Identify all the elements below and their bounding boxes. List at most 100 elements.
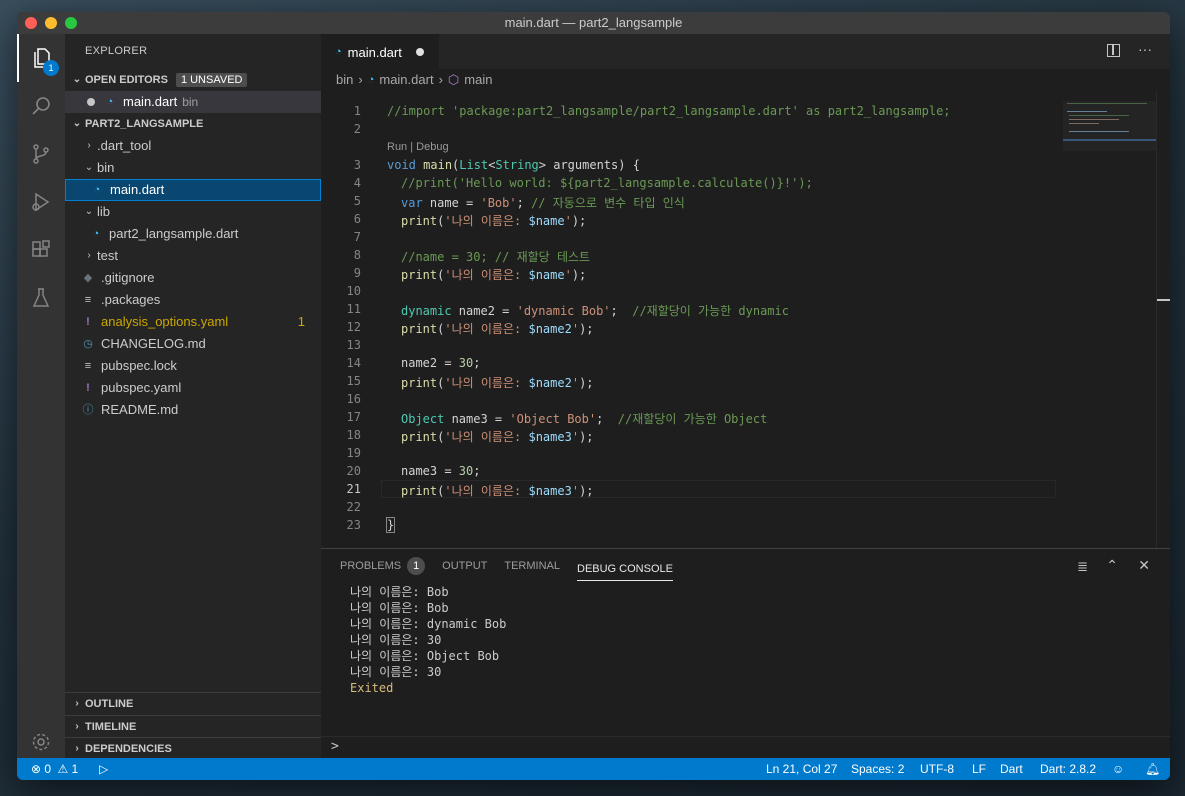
timeline-section[interactable]: › TIMELINE (65, 715, 321, 737)
problems-status[interactable]: ⊗ 0 ⚠ 1 (31, 758, 78, 780)
tree-item-main-dart[interactable]: ◔ main.dart (65, 179, 321, 201)
punct: ); (579, 376, 594, 390)
string: ' (571, 376, 580, 390)
maximize-window-button[interactable] (65, 17, 77, 29)
tree-item-dart-tool[interactable]: › .dart_tool (65, 135, 321, 157)
tab-debug-console[interactable]: DEBUG CONSOLE (577, 557, 673, 581)
editor-tabs: ◔ main.dart ··· (321, 34, 1170, 69)
code-text: name2 = (451, 304, 517, 318)
run-icon[interactable]: ▷ (99, 758, 108, 780)
split-editor-icon[interactable] (1107, 44, 1120, 57)
more-actions-icon[interactable]: ··· (1138, 41, 1152, 57)
tree-item-analysis-options[interactable]: ! analysis_options.yaml 1 (65, 311, 321, 333)
string: '나의 이름은: (444, 268, 529, 282)
line-number: 1 (353, 104, 361, 118)
code-editor[interactable]: 1 2 3 4 5 6 7 8 9 10 11 12 13 14 15 16 1… (321, 91, 1170, 548)
explorer-activity[interactable]: 1 (17, 34, 65, 82)
git-icon: ◆ (83, 272, 93, 284)
tree-label: part2_langsample.dart (109, 226, 239, 241)
line-number: 4 (353, 176, 361, 190)
tree-label: pubspec.yaml (101, 380, 182, 395)
function-name: main (423, 158, 453, 172)
tree-item-lib[interactable]: ⌄ lib (65, 201, 321, 223)
breadcrumb-symbol[interactable]: main (464, 69, 492, 91)
tree-item-bin[interactable]: ⌄ bin (65, 157, 321, 179)
problems-count-badge: 1 (407, 557, 426, 575)
feedback-icon[interactable]: ☺ (1112, 758, 1124, 780)
extensions-activity[interactable] (17, 226, 65, 274)
search-activity[interactable] (17, 82, 65, 130)
interpolation: $name (528, 214, 565, 228)
tree-label: main.dart (110, 182, 165, 197)
clear-console-icon[interactable]: ≣ (1077, 559, 1088, 575)
params: > arguments) { (538, 158, 640, 172)
breadcrumb-folder[interactable]: bin (336, 69, 353, 91)
tab-label: PROBLEMS (340, 560, 402, 572)
close-window-button[interactable] (25, 17, 37, 29)
punct: ; (596, 412, 618, 426)
tab-terminal[interactable]: TERMINAL (504, 549, 560, 584)
problem-count: 1 (297, 314, 305, 329)
scrollbar[interactable] (1156, 91, 1170, 548)
yaml-icon: ! (86, 316, 90, 328)
unsaved-dot-icon[interactable] (415, 48, 424, 56)
chevron-right-icon: › (75, 720, 79, 732)
line-ending[interactable]: LF (972, 758, 986, 780)
notifications-bell-icon[interactable]: 🔔︎ (1145, 758, 1160, 780)
punct: ; (473, 464, 481, 478)
project-section[interactable]: ⌄ PART2_LANGSAMPLE (65, 113, 321, 135)
chevron-up-icon[interactable]: ⌃ (1106, 557, 1118, 574)
tab-problems[interactable]: PROBLEMS 1 (340, 549, 426, 584)
string: '나의 이름은: (444, 430, 529, 444)
cursor-position[interactable]: Ln 21, Col 27 (766, 758, 837, 780)
tree-item-pubspec-yaml[interactable]: ! pubspec.yaml (65, 377, 321, 399)
indentation[interactable]: Spaces: 2 (851, 758, 904, 780)
tree-item-packages[interactable]: ≡ .packages (65, 289, 321, 311)
dart-sdk-version[interactable]: Dart: 2.8.2 (1040, 758, 1096, 780)
close-panel-icon[interactable]: ✕ (1138, 557, 1150, 574)
outline-section[interactable]: › OUTLINE (65, 693, 321, 715)
minimap[interactable] (1063, 101, 1157, 151)
tab-output[interactable]: OUTPUT (442, 549, 487, 584)
code-line-15: print('나의 이름은: $name2'); (401, 374, 594, 391)
code-line-20: name3 = 30; (401, 464, 480, 478)
tree-item-part2-langsample-dart[interactable]: ◔ part2_langsample.dart (65, 223, 321, 245)
dependencies-section[interactable]: › DEPENDENCIES (65, 737, 321, 759)
dart-icon: ◔ (93, 184, 101, 196)
tree-item-readme[interactable]: ⓘ README.md (65, 399, 321, 421)
code-text: name3 = (401, 464, 459, 478)
debug-input[interactable]: > (321, 736, 1170, 758)
testing-activity[interactable] (17, 274, 65, 322)
line-number: 7 (353, 230, 361, 244)
tree-label: .packages (101, 292, 161, 307)
function-name: print (401, 214, 438, 228)
open-editor-item[interactable]: ◔ main.dart bin (65, 91, 321, 113)
code-text: name2 = (401, 356, 459, 370)
interpolation: $name3 (528, 430, 572, 444)
source-control-activity[interactable] (17, 130, 65, 178)
chevron-right-icon: › (438, 72, 443, 87)
code-text: name3 = (444, 412, 510, 426)
tree-label: pubspec.lock (101, 358, 177, 373)
breadcrumb-file[interactable]: main.dart (379, 69, 433, 91)
open-editors-section[interactable]: ⌄ OPEN EDITORS 1 UNSAVED (65, 69, 321, 91)
clock-icon: ◷ (83, 338, 93, 350)
yaml-icon: ! (86, 382, 90, 394)
tab-main-dart[interactable]: ◔ main.dart (321, 34, 439, 69)
interpolation: $name (528, 268, 565, 282)
tree-item-gitignore[interactable]: ◆ .gitignore (65, 267, 321, 289)
run-debug-activity[interactable] (17, 178, 65, 226)
string: '나의 이름은: (444, 484, 529, 498)
error-count: 0 (44, 762, 52, 776)
tree-item-changelog[interactable]: ◷ CHANGELOG.md (65, 333, 321, 355)
vscode-window: main.dart — part2_langsample 1 EXPLORER (17, 12, 1170, 780)
minimize-window-button[interactable] (45, 17, 57, 29)
encoding[interactable]: UTF-8 (920, 758, 954, 780)
interpolation: $name2 (528, 376, 572, 390)
output-line: 나의 이름은: Bob (350, 601, 449, 615)
language-mode[interactable]: Dart (1000, 758, 1023, 780)
line-number: 23 (346, 518, 361, 532)
codelens[interactable]: Run | Debug (387, 141, 449, 153)
tree-item-test[interactable]: › test (65, 245, 321, 267)
tree-item-pubspec-lock[interactable]: ≡ pubspec.lock (65, 355, 321, 377)
